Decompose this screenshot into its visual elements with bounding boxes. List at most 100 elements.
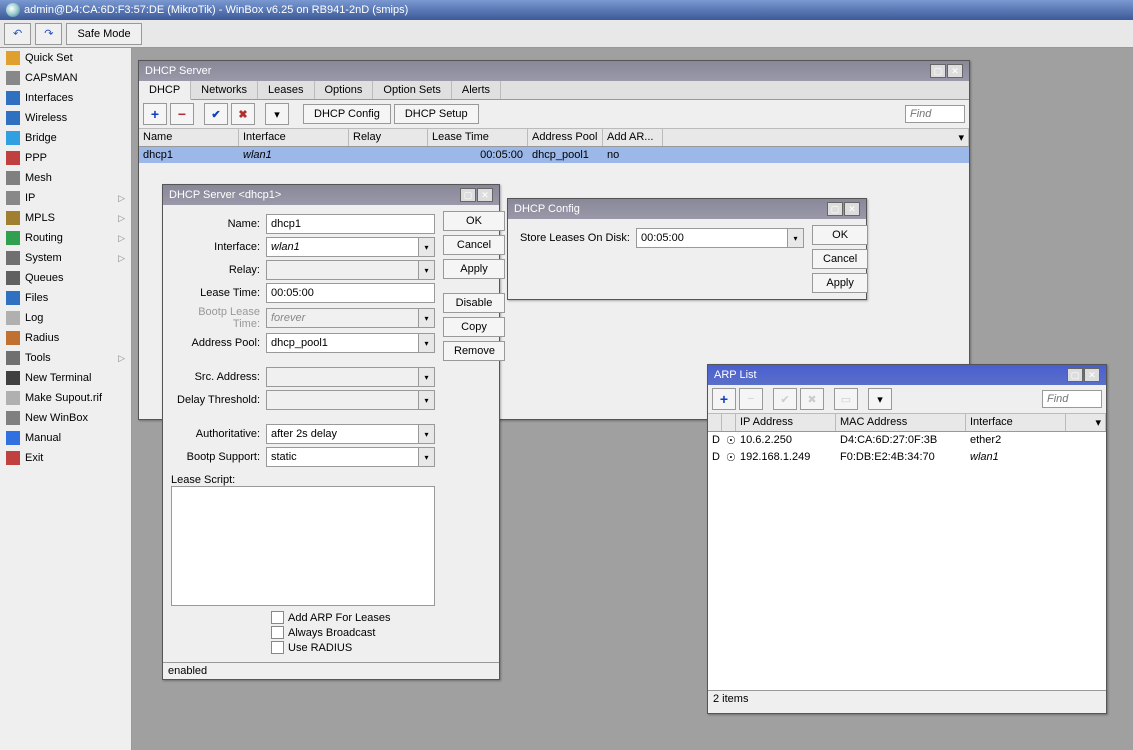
lease-time-input[interactable] — [266, 283, 435, 303]
always-broadcast-checkbox[interactable] — [271, 626, 284, 639]
table-row[interactable]: dhcp1wlan100:05:00dhcp_pool1no — [139, 147, 969, 163]
column-header[interactable]: Interface — [239, 129, 349, 146]
tab-option-sets[interactable]: Option Sets — [373, 81, 451, 99]
ok-button[interactable]: OK — [812, 225, 868, 245]
sidebar-item-ip[interactable]: IP▷ — [0, 188, 131, 208]
ok-button[interactable]: OK — [443, 211, 505, 231]
close-button[interactable]: ✕ — [844, 202, 860, 216]
add-button[interactable]: + — [143, 103, 167, 125]
bootp-support-dropdown-icon[interactable]: ▾ — [419, 447, 435, 467]
dhcp-edit-titlebar[interactable]: DHCP Server <dhcp1> ▢ ✕ — [163, 185, 499, 205]
delay-threshold-dropdown-icon[interactable]: ▾ — [419, 390, 435, 410]
bootp-lease-dropdown-icon[interactable]: ▾ — [419, 308, 435, 328]
dhcp-config-button[interactable]: DHCP Config — [303, 104, 391, 124]
src-address-dropdown-icon[interactable]: ▾ — [419, 367, 435, 387]
sidebar-item-files[interactable]: Files — [0, 288, 131, 308]
filter-button[interactable]: ▾ — [868, 388, 892, 410]
store-leases-input[interactable] — [636, 228, 788, 248]
sidebar-item-log[interactable]: Log — [0, 308, 131, 328]
sidebar-item-wireless[interactable]: Wireless — [0, 108, 131, 128]
close-button[interactable]: ✕ — [477, 188, 493, 202]
column-header[interactable]: Relay — [349, 129, 428, 146]
disable-button[interactable]: ✖ — [800, 388, 824, 410]
sidebar-item-exit[interactable]: Exit — [0, 448, 131, 468]
column-header[interactable] — [708, 414, 722, 431]
dhcp-server-titlebar[interactable]: DHCP Server ▢ ✕ — [139, 61, 969, 81]
minimize-button[interactable]: ▢ — [930, 64, 946, 78]
sidebar-item-bridge[interactable]: Bridge — [0, 128, 131, 148]
sidebar-item-capsman[interactable]: CAPsMAN — [0, 68, 131, 88]
cancel-button[interactable]: Cancel — [443, 235, 505, 255]
disable-button[interactable]: Disable — [443, 293, 505, 313]
enable-button[interactable]: ✔ — [204, 103, 228, 125]
remove-button[interactable]: Remove — [443, 341, 505, 361]
name-input[interactable] — [266, 214, 435, 234]
sidebar-item-routing[interactable]: Routing▷ — [0, 228, 131, 248]
column-header[interactable]: MAC Address — [836, 414, 966, 431]
comment-button[interactable]: ▭ — [834, 388, 858, 410]
close-button[interactable]: ✕ — [947, 64, 963, 78]
sidebar-item-mesh[interactable]: Mesh — [0, 168, 131, 188]
filter-button[interactable]: ▾ — [265, 103, 289, 125]
column-header[interactable]: IP Address — [736, 414, 836, 431]
table-row[interactable]: D☉192.168.1.249F0:DB:E2:4B:34:70wlan1 — [708, 449, 1106, 466]
copy-button[interactable]: Copy — [443, 317, 505, 337]
column-header[interactable] — [722, 414, 736, 431]
table-row[interactable]: D☉10.6.2.250D4:CA:6D:27:0F:3Bether2 — [708, 432, 1106, 449]
sidebar-item-quick-set[interactable]: Quick Set — [0, 48, 131, 68]
dhcp-setup-button[interactable]: DHCP Setup — [394, 104, 479, 124]
sidebar-item-radius[interactable]: Radius — [0, 328, 131, 348]
disable-button[interactable]: ✖ — [231, 103, 255, 125]
column-header[interactable]: Add AR... — [603, 129, 663, 146]
remove-button[interactable]: − — [170, 103, 194, 125]
tab-options[interactable]: Options — [315, 81, 374, 99]
add-button[interactable]: + — [712, 388, 736, 410]
safe-mode-button[interactable]: Safe Mode — [66, 23, 141, 45]
minimize-button[interactable]: ▢ — [827, 202, 843, 216]
undo-button[interactable]: ↶ — [4, 23, 31, 45]
sidebar-item-manual[interactable]: Manual — [0, 428, 131, 448]
column-header[interactable]: Name — [139, 129, 239, 146]
close-button[interactable]: ✕ — [1084, 368, 1100, 382]
add-arp-checkbox[interactable] — [271, 611, 284, 624]
tab-networks[interactable]: Networks — [191, 81, 258, 99]
sidebar-item-tools[interactable]: Tools▷ — [0, 348, 131, 368]
delay-threshold-input[interactable] — [266, 390, 419, 410]
find-input[interactable] — [1042, 390, 1102, 408]
address-pool-input[interactable] — [266, 333, 419, 353]
remove-button[interactable]: − — [739, 388, 763, 410]
column-menu-icon[interactable]: ▾ — [1066, 414, 1106, 431]
sidebar-item-new-winbox[interactable]: New WinBox — [0, 408, 131, 428]
sidebar-item-make-supout.rif[interactable]: Make Supout.rif — [0, 388, 131, 408]
tab-dhcp[interactable]: DHCP — [139, 81, 191, 100]
bootp-lease-input[interactable] — [266, 308, 419, 328]
relay-input[interactable] — [266, 260, 419, 280]
sidebar-item-mpls[interactable]: MPLS▷ — [0, 208, 131, 228]
interface-input[interactable] — [266, 237, 419, 257]
dhcp-config-titlebar[interactable]: DHCP Config ▢ ✕ — [508, 199, 866, 219]
sidebar-item-system[interactable]: System▷ — [0, 248, 131, 268]
tab-alerts[interactable]: Alerts — [452, 81, 501, 99]
bootp-support-input[interactable] — [266, 447, 419, 467]
lease-script-textarea[interactable] — [171, 486, 435, 606]
address-pool-dropdown-icon[interactable]: ▾ — [419, 333, 435, 353]
sidebar-item-queues[interactable]: Queues — [0, 268, 131, 288]
store-leases-dropdown-icon[interactable]: ▾ — [788, 228, 804, 248]
sidebar-item-ppp[interactable]: PPP — [0, 148, 131, 168]
enable-button[interactable]: ✔ — [773, 388, 797, 410]
relay-dropdown-icon[interactable]: ▾ — [419, 260, 435, 280]
arp-titlebar[interactable]: ARP List ▢ ✕ — [708, 365, 1106, 385]
redo-button[interactable]: ↷ — [35, 23, 62, 45]
apply-button[interactable]: Apply — [443, 259, 505, 279]
find-input[interactable] — [905, 105, 965, 123]
column-header[interactable]: Lease Time — [428, 129, 528, 146]
authoritative-input[interactable] — [266, 424, 419, 444]
sidebar-item-new-terminal[interactable]: New Terminal — [0, 368, 131, 388]
minimize-button[interactable]: ▢ — [460, 188, 476, 202]
minimize-button[interactable]: ▢ — [1067, 368, 1083, 382]
column-header[interactable]: Address Pool — [528, 129, 603, 146]
tab-leases[interactable]: Leases — [258, 81, 314, 99]
use-radius-checkbox[interactable] — [271, 641, 284, 654]
cancel-button[interactable]: Cancel — [812, 249, 868, 269]
column-menu-icon[interactable]: ▾ — [663, 129, 969, 146]
